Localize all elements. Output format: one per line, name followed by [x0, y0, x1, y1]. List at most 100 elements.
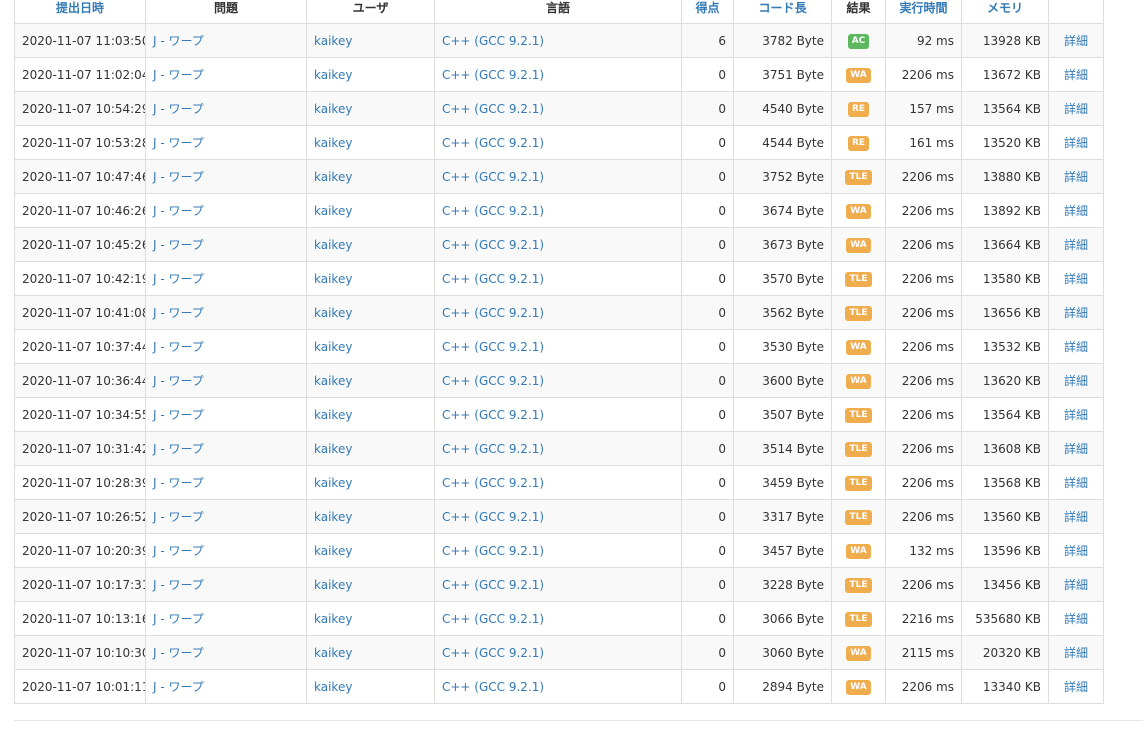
cell-lang-link[interactable]: C++ (GCC 9.2.1)	[442, 442, 544, 456]
cell-lang-link[interactable]: C++ (GCC 9.2.1)	[442, 408, 544, 422]
cell-user-link[interactable]: kaikey	[314, 272, 352, 286]
cell-date: 2020-11-07 10:20:39	[22, 543, 146, 558]
cell-lang-link[interactable]: C++ (GCC 9.2.1)	[442, 34, 544, 48]
cell-task-link[interactable]: J - ワープ	[153, 170, 204, 184]
cell-user-link[interactable]: kaikey	[314, 544, 352, 558]
cell-lang-link[interactable]: C++ (GCC 9.2.1)	[442, 680, 544, 694]
cell-task-link[interactable]: J - ワープ	[153, 646, 204, 660]
col-header-date[interactable]: 提出日時	[14, 0, 146, 24]
cell-user-link[interactable]: kaikey	[314, 306, 352, 320]
cell-user-link[interactable]: kaikey	[314, 646, 352, 660]
cell-user-link[interactable]: kaikey	[314, 204, 352, 218]
cell-task-link[interactable]: J - ワープ	[153, 612, 204, 626]
cell-user-link[interactable]: kaikey	[314, 408, 352, 422]
cell-user-link[interactable]: kaikey	[314, 340, 352, 354]
cell-task-link[interactable]: J - ワープ	[153, 34, 204, 48]
cell-task-link[interactable]: J - ワープ	[153, 578, 204, 592]
cell-user-link[interactable]: kaikey	[314, 68, 352, 82]
cell-detail-link[interactable]: 詳細	[1064, 544, 1088, 558]
cell-detail-link[interactable]: 詳細	[1064, 578, 1088, 592]
cell-user-link[interactable]: kaikey	[314, 102, 352, 116]
cell-user-link[interactable]: kaikey	[314, 238, 352, 252]
cell-task-link[interactable]: J - ワープ	[153, 306, 204, 320]
cell-result-cell: TLE	[831, 295, 886, 330]
cell-lang-link[interactable]: C++ (GCC 9.2.1)	[442, 306, 544, 320]
cell-detail-link[interactable]: 詳細	[1064, 306, 1088, 320]
cell-task-link[interactable]: J - ワープ	[153, 136, 204, 150]
cell-user-link[interactable]: kaikey	[314, 34, 352, 48]
cell-result-cell: TLE	[831, 499, 886, 534]
cell-detail-link[interactable]: 詳細	[1064, 680, 1088, 694]
cell-task-link[interactable]: J - ワープ	[153, 408, 204, 422]
cell-lang-link[interactable]: C++ (GCC 9.2.1)	[442, 68, 544, 82]
cell-lang-link[interactable]: C++ (GCC 9.2.1)	[442, 170, 544, 184]
cell-detail-link[interactable]: 詳細	[1064, 408, 1088, 422]
cell-date: 2020-11-07 10:01:11	[22, 679, 146, 694]
cell-task-link[interactable]: J - ワープ	[153, 68, 204, 82]
cell-lang-link[interactable]: C++ (GCC 9.2.1)	[442, 646, 544, 660]
cell-detail-link[interactable]: 詳細	[1064, 34, 1088, 48]
cell-task-link[interactable]: J - ワープ	[153, 680, 204, 694]
cell-detail-link[interactable]: 詳細	[1064, 374, 1088, 388]
cell-user-link[interactable]: kaikey	[314, 578, 352, 592]
cell-detail-link[interactable]: 詳細	[1064, 340, 1088, 354]
cell-user-link[interactable]: kaikey	[314, 680, 352, 694]
cell-detail-link[interactable]: 詳細	[1064, 442, 1088, 456]
cell-lang-link[interactable]: C++ (GCC 9.2.1)	[442, 272, 544, 286]
cell-user-link[interactable]: kaikey	[314, 136, 352, 150]
cell-user-link[interactable]: kaikey	[314, 612, 352, 626]
cell-detail-link[interactable]: 詳細	[1064, 476, 1088, 490]
cell-lang-link[interactable]: C++ (GCC 9.2.1)	[442, 238, 544, 252]
cell-lang-link[interactable]: C++ (GCC 9.2.1)	[442, 578, 544, 592]
cell-user-cell: kaikey	[306, 159, 435, 194]
cell-task-link[interactable]: J - ワープ	[153, 272, 204, 286]
cell-score-cell: 0	[681, 601, 734, 636]
col-header-score[interactable]: 得点	[681, 0, 734, 24]
cell-detail-link[interactable]: 詳細	[1064, 136, 1088, 150]
cell-lang-link[interactable]: C++ (GCC 9.2.1)	[442, 136, 544, 150]
cell-task-link[interactable]: J - ワープ	[153, 102, 204, 116]
cell-lang-link[interactable]: C++ (GCC 9.2.1)	[442, 544, 544, 558]
cell-detail-link[interactable]: 詳細	[1064, 646, 1088, 660]
cell-detail-link[interactable]: 詳細	[1064, 612, 1088, 626]
cell-task-link[interactable]: J - ワープ	[153, 476, 204, 490]
cell-user-link[interactable]: kaikey	[314, 374, 352, 388]
cell-detail-link[interactable]: 詳細	[1064, 102, 1088, 116]
cell-code-length-cell: 3228 Byte	[733, 567, 832, 602]
cell-detail-link[interactable]: 詳細	[1064, 170, 1088, 184]
cell-code-length: 3752 Byte	[762, 169, 824, 184]
cell-user-link[interactable]: kaikey	[314, 170, 352, 184]
cell-detail-link[interactable]: 詳細	[1064, 510, 1088, 524]
cell-task-link[interactable]: J - ワープ	[153, 238, 204, 252]
cell-detail-link[interactable]: 詳細	[1064, 204, 1088, 218]
cell-task-link[interactable]: J - ワープ	[153, 204, 204, 218]
col-header-memory[interactable]: メモリ	[961, 0, 1049, 24]
col-header-code-length[interactable]: コード長	[733, 0, 832, 24]
cell-lang-link[interactable]: C++ (GCC 9.2.1)	[442, 102, 544, 116]
cell-lang-link[interactable]: C++ (GCC 9.2.1)	[442, 204, 544, 218]
cell-lang-link[interactable]: C++ (GCC 9.2.1)	[442, 476, 544, 490]
cell-user-link[interactable]: kaikey	[314, 510, 352, 524]
cell-task-link[interactable]: J - ワープ	[153, 340, 204, 354]
cell-task-link[interactable]: J - ワープ	[153, 374, 204, 388]
cell-lang-link[interactable]: C++ (GCC 9.2.1)	[442, 612, 544, 626]
cell-lang-link[interactable]: C++ (GCC 9.2.1)	[442, 510, 544, 524]
cell-task-cell: J - ワープ	[145, 601, 307, 636]
cell-detail-link[interactable]: 詳細	[1064, 238, 1088, 252]
cell-detail-link[interactable]: 詳細	[1064, 68, 1088, 82]
cell-detail-link[interactable]: 詳細	[1064, 272, 1088, 286]
cell-result-cell: WA	[831, 193, 886, 228]
cell-task-link[interactable]: J - ワープ	[153, 510, 204, 524]
cell-time-cell: 2206 ms	[885, 363, 962, 398]
cell-result-cell: TLE	[831, 601, 886, 636]
cell-result-cell: TLE	[831, 159, 886, 194]
cell-lang-link[interactable]: C++ (GCC 9.2.1)	[442, 374, 544, 388]
cell-user-link[interactable]: kaikey	[314, 442, 352, 456]
cell-lang-link[interactable]: C++ (GCC 9.2.1)	[442, 340, 544, 354]
cell-task-link[interactable]: J - ワープ	[153, 442, 204, 456]
cell-task-link[interactable]: J - ワープ	[153, 544, 204, 558]
cell-score: 0	[718, 101, 726, 116]
col-header-time[interactable]: 実行時間	[885, 0, 962, 24]
cell-user-link[interactable]: kaikey	[314, 476, 352, 490]
cell-result-cell: AC	[831, 23, 886, 58]
